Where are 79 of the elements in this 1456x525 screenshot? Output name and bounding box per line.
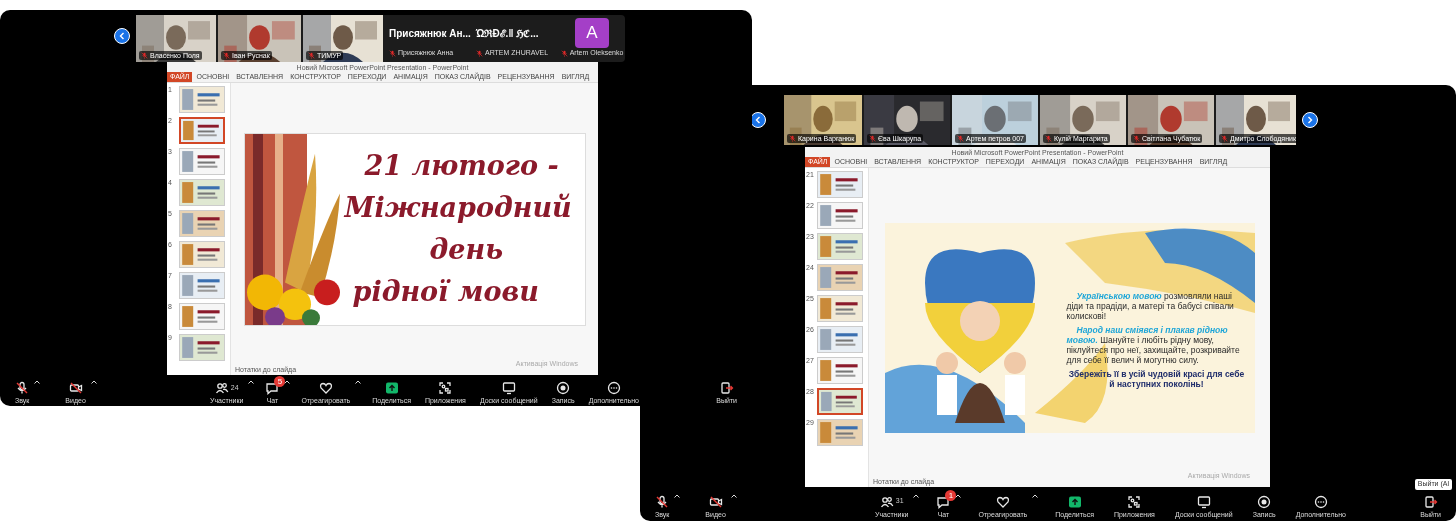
slide-thumbnail[interactable] [179, 241, 225, 268]
caret-icon[interactable] [674, 493, 681, 498]
unread-badge: 5 [274, 376, 286, 387]
chevron-left-icon [754, 116, 762, 124]
chevron-left-icon [118, 32, 126, 40]
slide-thumbnail[interactable] [817, 388, 863, 415]
more-icon [1313, 494, 1328, 509]
muted-mic-icon [223, 51, 230, 59]
caret-icon[interactable] [913, 493, 920, 498]
slide-paragraph: Українською мовою розмовляли наші діди та прадіди, а матері та бабусі співали колискові! [1066, 290, 1235, 321]
muted-mic-icon [655, 494, 670, 509]
whiteboard-icon [501, 381, 516, 395]
participant-display-name: Присяжнюк Ан... [389, 26, 471, 41]
slide-thumbnail[interactable] [179, 117, 225, 144]
leave-icon [1423, 494, 1438, 509]
muted-mic-icon [1045, 135, 1052, 142]
caret-icon[interactable] [955, 493, 962, 498]
chat-icon [936, 494, 951, 509]
chat-icon [265, 381, 280, 395]
caret-icon[interactable] [730, 493, 737, 498]
more-icon [606, 381, 621, 395]
chevron-right-icon [1306, 116, 1314, 124]
share-icon [1067, 494, 1082, 509]
slide-thumbnail[interactable] [817, 295, 863, 322]
caret-icon[interactable] [355, 380, 362, 384]
record-icon [556, 381, 571, 395]
slide-thumbnail[interactable] [817, 233, 863, 260]
leave-icon [719, 381, 734, 395]
slide-title-line: 21 лютого - [364, 149, 560, 183]
muted-mic-icon [789, 135, 796, 142]
caret-icon[interactable] [284, 380, 291, 384]
next-button[interactable] [1302, 112, 1318, 128]
muted-mic-icon [389, 49, 396, 57]
muted-mic-icon [560, 49, 568, 57]
slide-title-line: день [429, 233, 504, 267]
slide-thumbnail[interactable] [179, 179, 225, 206]
muted-mic-icon [1133, 135, 1140, 142]
people-icon [879, 494, 894, 509]
slide-thumbnail[interactable] [817, 264, 863, 291]
slide-title-line: рідної мови [352, 275, 540, 309]
participant-display-name: ΏℜÐℰ.‖ ℌℭ... [476, 26, 539, 41]
slide-thumbnail[interactable] [817, 171, 863, 198]
muted-mic-icon [476, 49, 483, 57]
heart-icon [318, 381, 333, 395]
slide-thumbnail[interactable] [817, 326, 863, 353]
caret-icon[interactable] [90, 380, 97, 384]
slide-thumbnail[interactable] [179, 148, 225, 175]
slide-thumbnail[interactable] [179, 86, 225, 113]
whiteboard-icon [1196, 494, 1211, 509]
apps-icon [1127, 494, 1142, 509]
muted-mic-icon [141, 51, 148, 59]
heart-icon [995, 494, 1010, 509]
video-off-icon [68, 381, 83, 395]
muted-mic-icon [869, 135, 876, 142]
muted-mic-icon [15, 381, 30, 395]
slide-thumbnail[interactable] [817, 419, 863, 446]
slide-thumbnail[interactable] [179, 210, 225, 237]
slide-title-line: Міжнародний [344, 191, 573, 225]
record-icon [1257, 494, 1272, 509]
previous-button[interactable] [114, 28, 130, 44]
slide-thumbnail[interactable] [179, 334, 225, 361]
caret-icon[interactable] [248, 380, 255, 384]
muted-mic-icon [957, 135, 964, 142]
slide-thumbnail[interactable] [179, 272, 225, 299]
people-icon [214, 381, 229, 395]
avatar: A [575, 17, 609, 48]
caret-icon[interactable] [34, 380, 41, 384]
video-off-icon [708, 494, 723, 509]
slide-paragraph: Збережіть її в усій чудовій красі для себе й наступних поколінь! [1067, 368, 1246, 389]
unread-badge: 1 [945, 489, 957, 501]
slide-thumbnail[interactable] [817, 357, 863, 384]
share-icon [384, 381, 399, 395]
slide-thumbnail[interactable] [817, 202, 863, 229]
muted-mic-icon [308, 51, 315, 59]
apps-icon [438, 381, 453, 395]
slide-paragraph: Народ наш сміявся і плакав рідною мовою. Шануйте і любіть рідну мову, піклуйтеся про неї, захищайте, розкривайте для себе її велич й могутню силу. [1066, 324, 1241, 365]
slide-thumbnail[interactable] [179, 303, 225, 330]
caret-icon[interactable] [1032, 493, 1039, 498]
muted-mic-icon [1221, 135, 1228, 142]
